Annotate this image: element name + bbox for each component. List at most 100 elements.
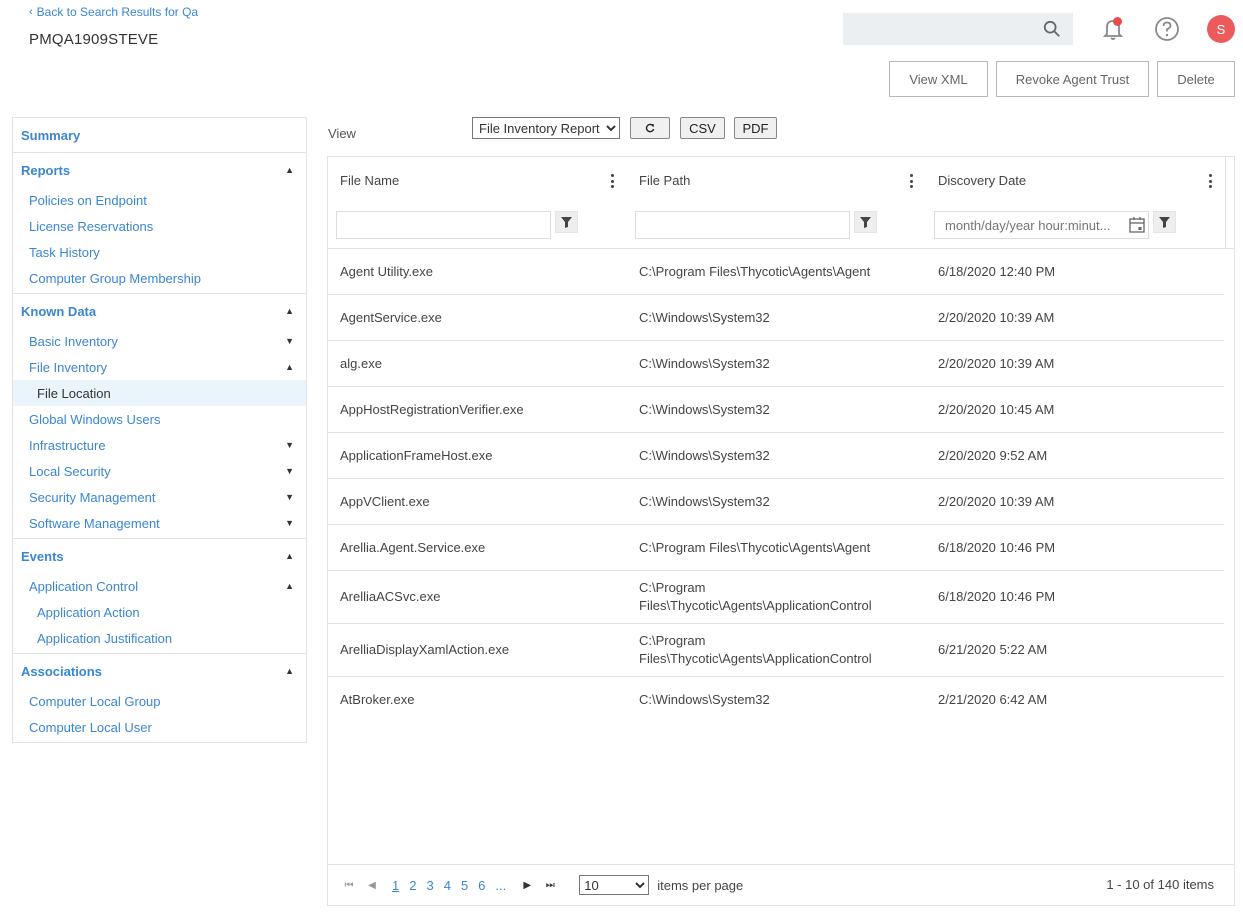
table-row[interactable]: AtBroker.exe C:\Windows\System32 2/21/20… bbox=[328, 677, 1224, 723]
view-xml-button[interactable]: View XML bbox=[889, 61, 988, 97]
discovery-date-cell: 2/20/2020 10:39 AM bbox=[938, 355, 1055, 371]
sidebar-item-application-action[interactable]: Application Action bbox=[13, 599, 306, 625]
page-link-5[interactable]: 5 bbox=[461, 878, 468, 893]
table-row[interactable]: ArelliaDisplayXamlAction.exe C:\Program … bbox=[328, 624, 1224, 677]
table-row[interactable]: AppHostRegistrationVerifier.exe C:\Windo… bbox=[328, 387, 1224, 433]
column-file-path: File Path bbox=[627, 157, 926, 249]
sidebar-item-computer-local-group[interactable]: Computer Local Group bbox=[13, 688, 306, 714]
column-menu-icon[interactable] bbox=[609, 173, 615, 189]
first-page-icon[interactable]: ⏮ bbox=[342, 878, 356, 892]
sidebar-item-label: Application Action bbox=[37, 604, 140, 620]
sidebar-item-label: Computer Group Membership bbox=[29, 270, 201, 286]
sidebar-item-infrastructure[interactable]: Infrastructure ▼ bbox=[13, 432, 306, 458]
page-size-select[interactable]: 10 bbox=[579, 875, 650, 895]
sidebar-item-security-management[interactable]: Security Management ▼ bbox=[13, 484, 306, 510]
sidebar-item-label: Summary bbox=[21, 127, 81, 143]
sidebar-item-computer-local-user[interactable]: Computer Local User bbox=[13, 714, 306, 740]
refresh-button[interactable] bbox=[630, 117, 670, 139]
back-to-search-link[interactable]: ‹ Back to Search Results for Qa bbox=[29, 5, 198, 19]
column-title[interactable]: Discovery Date bbox=[938, 173, 1026, 188]
chevron-left-icon: ‹ bbox=[29, 6, 33, 18]
sidebar-item-file-inventory[interactable]: File Inventory ▲ bbox=[13, 354, 306, 380]
sidebar-header-known-data[interactable]: Known Data ▲ bbox=[13, 294, 306, 328]
sidebar-item-global-windows-users[interactable]: Global Windows Users bbox=[13, 406, 306, 432]
discovery-date-cell: 2/20/2020 9:52 AM bbox=[938, 447, 1048, 463]
table-row[interactable]: Arellia.Agent.Service.exe C:\Program Fil… bbox=[328, 525, 1224, 571]
next-page-icon[interactable]: ▶ bbox=[520, 878, 534, 892]
last-page-icon[interactable]: ⏭ bbox=[543, 878, 557, 892]
discovery-date-filter-input[interactable] bbox=[934, 211, 1149, 239]
sidebar-header-associations[interactable]: Associations ▲ bbox=[13, 654, 306, 688]
sidebar-item-label: File Inventory bbox=[29, 359, 108, 375]
collapse-arrow-icon: ▲ bbox=[285, 581, 294, 591]
back-link-label: Back to Search Results for Qa bbox=[36, 5, 199, 19]
column-title[interactable]: File Path bbox=[639, 173, 690, 188]
page-link-6[interactable]: 6 bbox=[478, 878, 485, 893]
sidebar-item-label: Application Control bbox=[29, 578, 139, 594]
sidebar-item-task-history[interactable]: Task History bbox=[13, 239, 306, 265]
file-path-cell: C:\Windows\System32 bbox=[639, 692, 770, 707]
table-row[interactable]: ArelliaACSvc.exe C:\Program Files\Thycot… bbox=[328, 571, 1224, 624]
notifications-button[interactable] bbox=[1100, 16, 1126, 42]
file-name-cell: AppVClient.exe bbox=[340, 493, 430, 509]
file-path-cell: C:\Program Files\Thycotic\Agents\Agent bbox=[639, 539, 871, 555]
page-link-3[interactable]: 3 bbox=[426, 878, 433, 893]
table-row[interactable]: alg.exe C:\Windows\System32 2/20/2020 10… bbox=[328, 341, 1224, 387]
sidebar-item-label: Global Windows Users bbox=[29, 411, 161, 427]
file-name-cell: AtBroker.exe bbox=[340, 692, 415, 707]
sidebar-item-file-location[interactable]: File Location bbox=[13, 380, 306, 406]
sidebar-item-application-control[interactable]: Application Control ▲ bbox=[13, 573, 306, 599]
file-name-cell: AppHostRegistrationVerifier.exe bbox=[340, 401, 524, 417]
page-link-more[interactable]: ... bbox=[495, 878, 506, 893]
sidebar-header-label: Reports bbox=[21, 162, 71, 178]
column-menu-icon[interactable] bbox=[908, 173, 914, 189]
table-row[interactable]: Agent Utility.exe C:\Program Files\Thyco… bbox=[328, 249, 1224, 295]
table-row[interactable]: AgentService.exe C:\Windows\System32 2/2… bbox=[328, 295, 1224, 341]
help-button[interactable] bbox=[1154, 16, 1180, 42]
refresh-icon bbox=[645, 123, 655, 133]
file-path-filter-button[interactable] bbox=[854, 211, 877, 233]
sidebar-item-software-management[interactable]: Software Management ▼ bbox=[13, 510, 306, 536]
grid-body: Agent Utility.exe C:\Program Files\Thyco… bbox=[328, 249, 1234, 723]
page-link-2[interactable]: 2 bbox=[409, 878, 416, 893]
file-path-cell: C:\Windows\System32 bbox=[639, 309, 770, 325]
collapse-arrow-icon: ▲ bbox=[285, 362, 294, 372]
file-name-filter-button[interactable] bbox=[555, 211, 578, 233]
page-link-1[interactable]: 1 bbox=[392, 878, 399, 893]
sidebar-item-local-security[interactable]: Local Security ▼ bbox=[13, 458, 306, 484]
sidebar-item-computer-group-membership[interactable]: Computer Group Membership bbox=[13, 265, 306, 291]
page-link-4[interactable]: 4 bbox=[444, 878, 451, 893]
sidebar-header-reports[interactable]: Reports ▲ bbox=[13, 153, 306, 187]
sidebar-item-policies-on-endpoint[interactable]: Policies on Endpoint bbox=[13, 187, 306, 213]
sidebar-item-summary[interactable]: Summary bbox=[13, 118, 306, 152]
prev-page-icon[interactable]: ◀ bbox=[365, 878, 379, 892]
column-title[interactable]: File Name bbox=[340, 173, 399, 188]
discovery-date-filter-button[interactable] bbox=[1153, 211, 1176, 233]
search-icon[interactable] bbox=[1043, 20, 1061, 38]
delete-button[interactable]: Delete bbox=[1157, 61, 1235, 97]
discovery-date-cell: 2/20/2020 10:39 AM bbox=[938, 309, 1055, 325]
report-view-select[interactable]: File Inventory Report bbox=[472, 117, 620, 139]
sidebar-item-label: Security Management bbox=[29, 489, 156, 505]
global-search[interactable] bbox=[843, 13, 1073, 45]
revoke-agent-trust-button[interactable]: Revoke Agent Trust bbox=[996, 61, 1149, 97]
sidebar-item-basic-inventory[interactable]: Basic Inventory ▼ bbox=[13, 328, 306, 354]
page-size-label: items per page bbox=[657, 877, 744, 893]
sidebar-item-application-justification[interactable]: Application Justification bbox=[13, 625, 306, 651]
sidebar-header-events[interactable]: Events ▲ bbox=[13, 539, 306, 573]
sidebar-item-label: Basic Inventory bbox=[29, 333, 118, 349]
export-csv-button[interactable]: CSV bbox=[680, 117, 725, 139]
discovery-date-cell: 6/18/2020 10:46 PM bbox=[938, 589, 1056, 604]
discovery-date-cell: 2/20/2020 10:45 AM bbox=[938, 401, 1055, 417]
table-row[interactable]: ApplicationFrameHost.exe C:\Windows\Syst… bbox=[328, 433, 1224, 479]
calendar-icon[interactable] bbox=[1128, 216, 1146, 234]
file-path-filter-input[interactable] bbox=[635, 211, 850, 239]
sidebar-item-license-reservations[interactable]: License Reservations bbox=[13, 213, 306, 239]
user-avatar[interactable]: S bbox=[1207, 15, 1235, 43]
column-menu-icon[interactable] bbox=[1207, 173, 1213, 189]
table-row[interactable]: AppVClient.exe C:\Windows\System32 2/20/… bbox=[328, 479, 1224, 525]
export-pdf-button[interactable]: PDF bbox=[734, 117, 777, 139]
file-name-filter-input[interactable] bbox=[336, 211, 551, 239]
expand-arrow-icon: ▼ bbox=[285, 518, 294, 528]
search-input[interactable] bbox=[843, 13, 1073, 45]
